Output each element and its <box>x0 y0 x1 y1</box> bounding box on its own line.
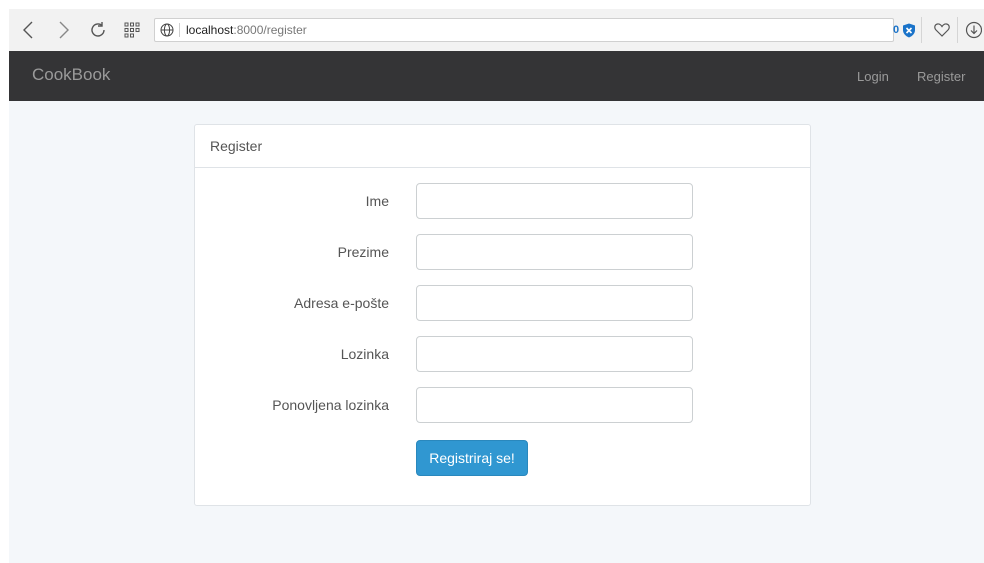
register-link[interactable]: Register <box>917 69 965 84</box>
ime-label: Ime <box>365 193 389 209</box>
form-row-lozinka: Lozinka <box>195 336 810 372</box>
url-host: localhost <box>186 23 234 37</box>
download-icon[interactable] <box>963 9 983 51</box>
form-row-prezime: Prezime <box>195 234 810 270</box>
prezime-label: Prezime <box>337 244 389 260</box>
form-row-ponovljena-lozinka: Ponovljena lozinka <box>195 387 810 423</box>
ime-input[interactable] <box>416 183 693 219</box>
tracker-shield[interactable]: 0 <box>893 17 916 43</box>
brand-link[interactable]: CookBook <box>32 65 110 85</box>
shield-count: 0 <box>893 24 900 36</box>
email-label: Adresa e-pošte <box>294 295 389 311</box>
toolbar-divider <box>921 17 922 43</box>
site-navbar: CookBook Login Register <box>9 51 984 101</box>
form-row-email: Adresa e-pošte <box>195 285 810 321</box>
page-content: Register Ime Prezime Adresa e-pošte Lozi… <box>9 101 984 563</box>
email-input[interactable] <box>416 285 693 321</box>
form-row-ime: Ime <box>195 183 810 219</box>
browser-toolbar: localhost:8000/register 0 <box>9 9 984 51</box>
address-separator <box>179 23 180 37</box>
register-submit-button[interactable]: Registriraj se! <box>416 440 528 476</box>
register-panel: Register Ime Prezime Adresa e-pošte Lozi… <box>194 124 811 506</box>
reload-icon[interactable] <box>87 9 109 51</box>
globe-icon <box>155 23 179 37</box>
toolbar-divider <box>957 17 958 43</box>
login-link[interactable]: Login <box>857 69 889 84</box>
prezime-input[interactable] <box>416 234 693 270</box>
shield-icon <box>903 23 916 37</box>
password-input[interactable] <box>416 336 693 372</box>
speed-dial-icon[interactable] <box>121 9 143 51</box>
password-confirm-label: Ponovljena lozinka <box>272 397 389 413</box>
forward-icon[interactable] <box>53 9 75 51</box>
panel-heading: Register <box>195 125 810 168</box>
heart-icon[interactable] <box>929 9 955 51</box>
password-confirm-input[interactable] <box>416 387 693 423</box>
address-bar[interactable]: localhost:8000/register <box>154 18 894 42</box>
url-path: :8000/register <box>233 23 307 37</box>
password-label: Lozinka <box>340 346 389 362</box>
back-icon[interactable] <box>17 9 39 51</box>
